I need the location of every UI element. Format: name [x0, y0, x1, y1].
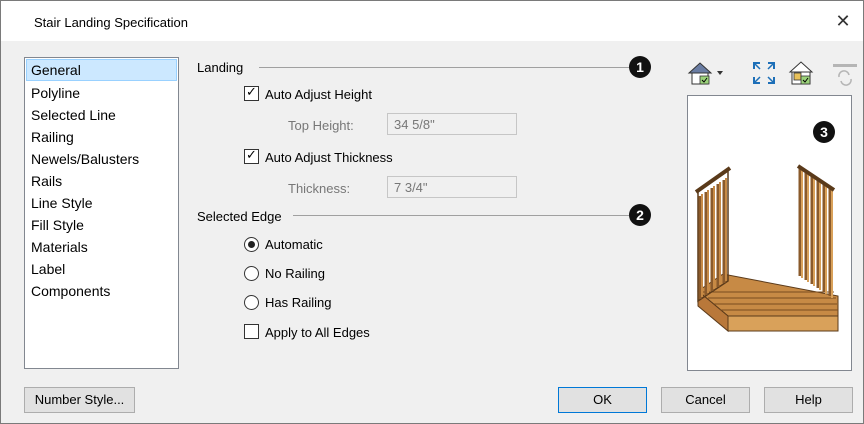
fill-window-icon [753, 62, 775, 84]
ok-button[interactable]: OK [558, 387, 647, 413]
refresh-icon [833, 64, 857, 86]
top-height-label: Top Height: [288, 118, 354, 133]
dialog: Stair Landing Specification ✕ General Po… [0, 0, 864, 424]
callout-2: 2 [629, 204, 651, 226]
auto-adjust-thickness-label: Auto Adjust Thickness [265, 150, 393, 165]
close-button[interactable]: ✕ [831, 9, 855, 33]
sidebar-item-components[interactable]: Components [25, 280, 178, 302]
top-height-field[interactable]: 34 5/8" [387, 113, 517, 135]
selected-edge-divider [293, 215, 629, 216]
radio-dot-icon [248, 241, 255, 248]
auto-adjust-thickness-checkbox[interactable]: ✓ [244, 147, 259, 164]
checkmark-icon: ✓ [246, 147, 257, 162]
no-railing-radio[interactable] [244, 266, 259, 281]
thickness-field[interactable]: 7 3/4" [387, 176, 517, 198]
auto-adjust-height-label: Auto Adjust Height [265, 87, 372, 102]
house-edges-icon [788, 61, 814, 85]
preview-pane[interactable]: 3 [687, 95, 852, 371]
callout-1: 1 [629, 56, 651, 78]
automatic-radio[interactable] [244, 237, 259, 252]
fill-window-button[interactable] [750, 59, 778, 87]
sidebar-item-fill-style[interactable]: Fill Style [25, 214, 178, 236]
all-edges-view-button[interactable] [787, 59, 815, 87]
landing-preview-image [694, 164, 839, 333]
no-railing-label: No Railing [265, 266, 325, 281]
sidebar-item-newels-balusters[interactable]: Newels/Balusters [25, 148, 178, 170]
category-list: General Polyline Selected Line Railing N… [24, 57, 179, 369]
apply-all-edges-checkbox[interactable] [244, 324, 259, 339]
sidebar-item-general[interactable]: General [26, 59, 177, 81]
thickness-label: Thickness: [288, 181, 351, 196]
auto-adjust-height-checkbox[interactable]: ✓ [244, 84, 259, 101]
has-railing-radio[interactable] [244, 295, 259, 310]
sidebar-item-selected-line[interactable]: Selected Line [25, 104, 178, 126]
house-view-icon [687, 62, 723, 85]
title-bar: Stair Landing Specification ✕ [1, 1, 863, 41]
number-style-button[interactable]: Number Style... [24, 387, 135, 413]
help-button[interactable]: Help [764, 387, 853, 413]
landing-divider [259, 67, 629, 68]
sidebar-item-line-style[interactable]: Line Style [25, 192, 178, 214]
apply-all-edges-label: Apply to All Edges [265, 325, 370, 340]
selected-edge-group-label: Selected Edge [197, 209, 282, 224]
has-railing-label: Has Railing [265, 295, 332, 310]
sidebar-item-label[interactable]: Label [25, 258, 178, 280]
checkmark-icon: ✓ [246, 84, 257, 99]
view-type-dropdown[interactable] [686, 59, 723, 87]
sidebar-item-materials[interactable]: Materials [25, 236, 178, 258]
refresh-preview-button[interactable] [831, 59, 859, 87]
cancel-button[interactable]: Cancel [661, 387, 750, 413]
landing-group-label: Landing [197, 60, 244, 75]
window-title: Stair Landing Specification [34, 15, 188, 30]
automatic-label: Automatic [265, 237, 323, 252]
sidebar-item-polyline[interactable]: Polyline [25, 82, 178, 104]
sidebar-item-rails[interactable]: Rails [25, 170, 178, 192]
sidebar-item-railing[interactable]: Railing [25, 126, 178, 148]
